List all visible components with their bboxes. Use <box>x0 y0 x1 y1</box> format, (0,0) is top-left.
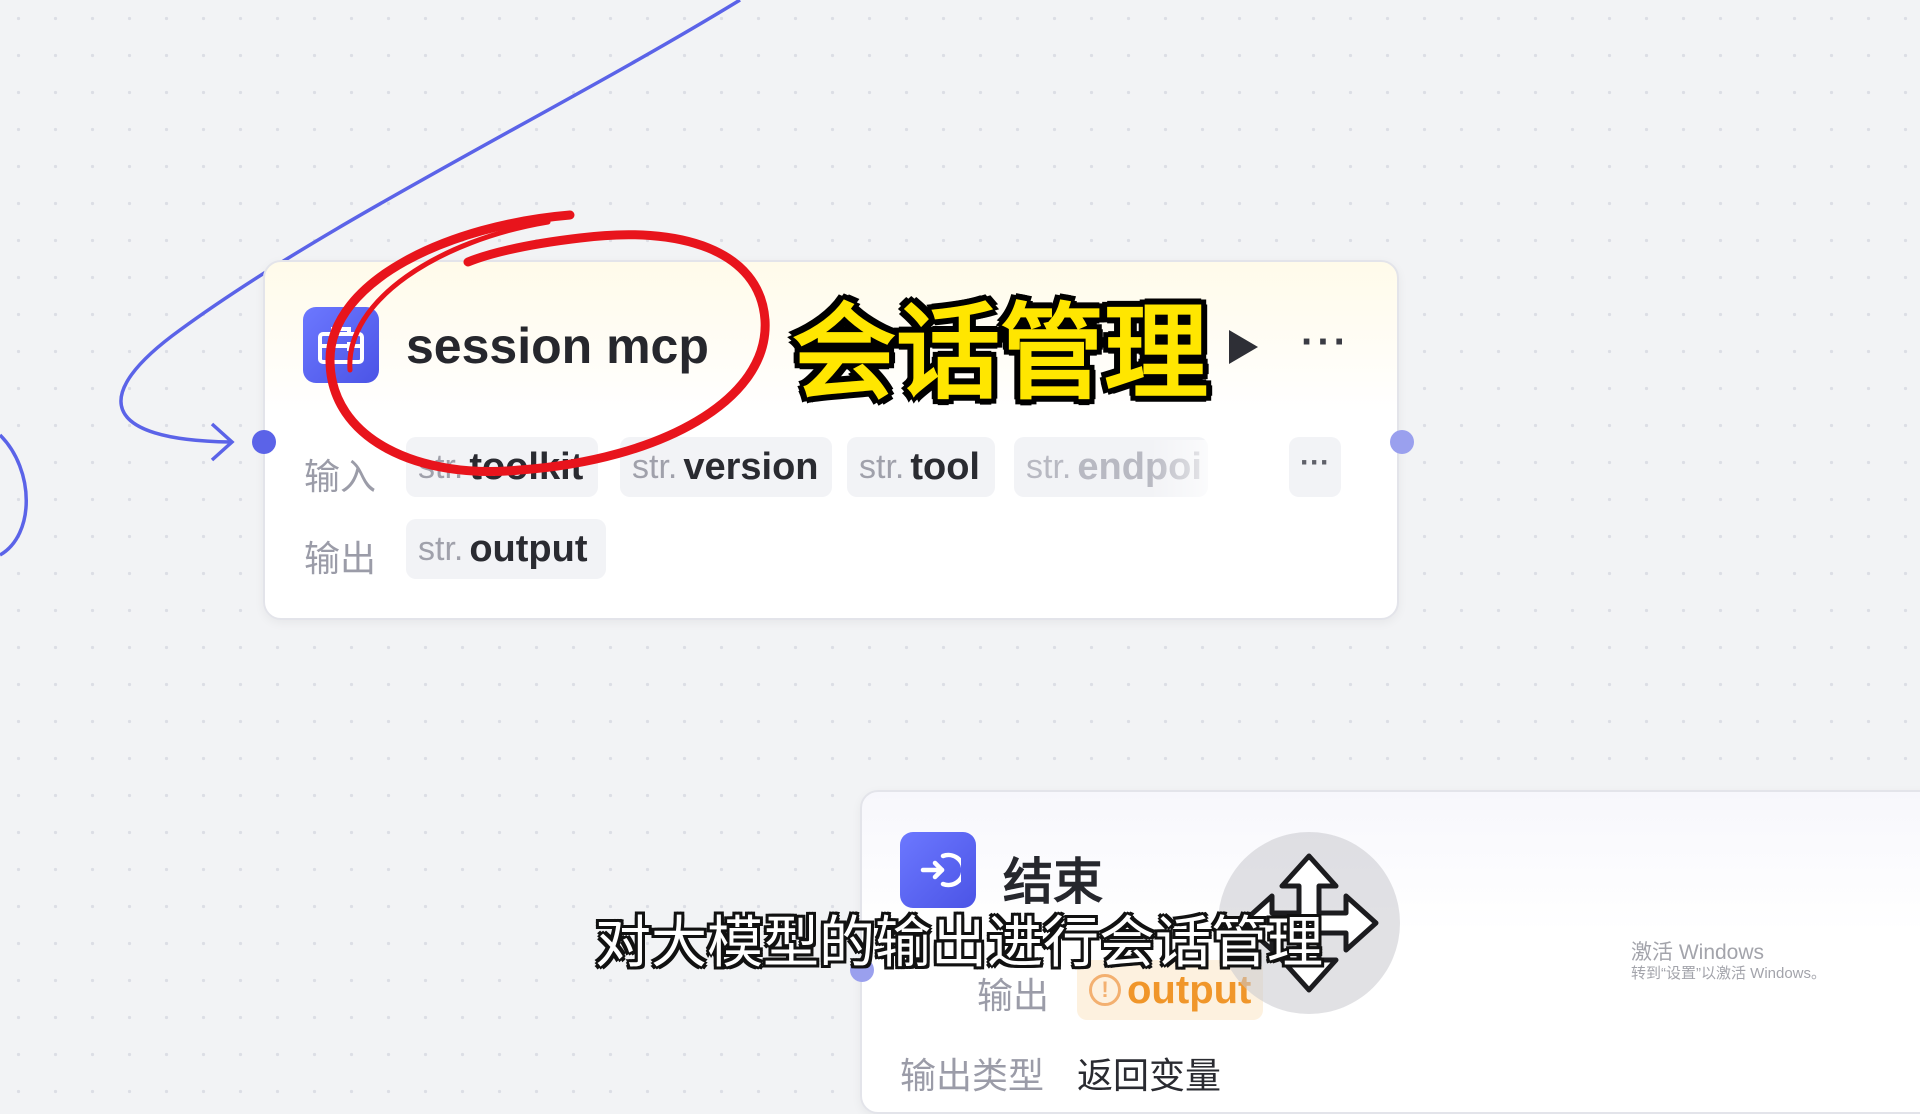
workflow-canvas[interactable]: session mcp ··· 输入 str. toolkit str. ver… <box>0 0 1920 1114</box>
video-subtitle: 对大模型的输出进行会话管理 <box>595 911 1323 974</box>
windows-watermark-hint: 转到“设置”以激活 Windows。 <box>1631 965 1827 982</box>
overlay-title: 会话管理 <box>792 296 1209 412</box>
